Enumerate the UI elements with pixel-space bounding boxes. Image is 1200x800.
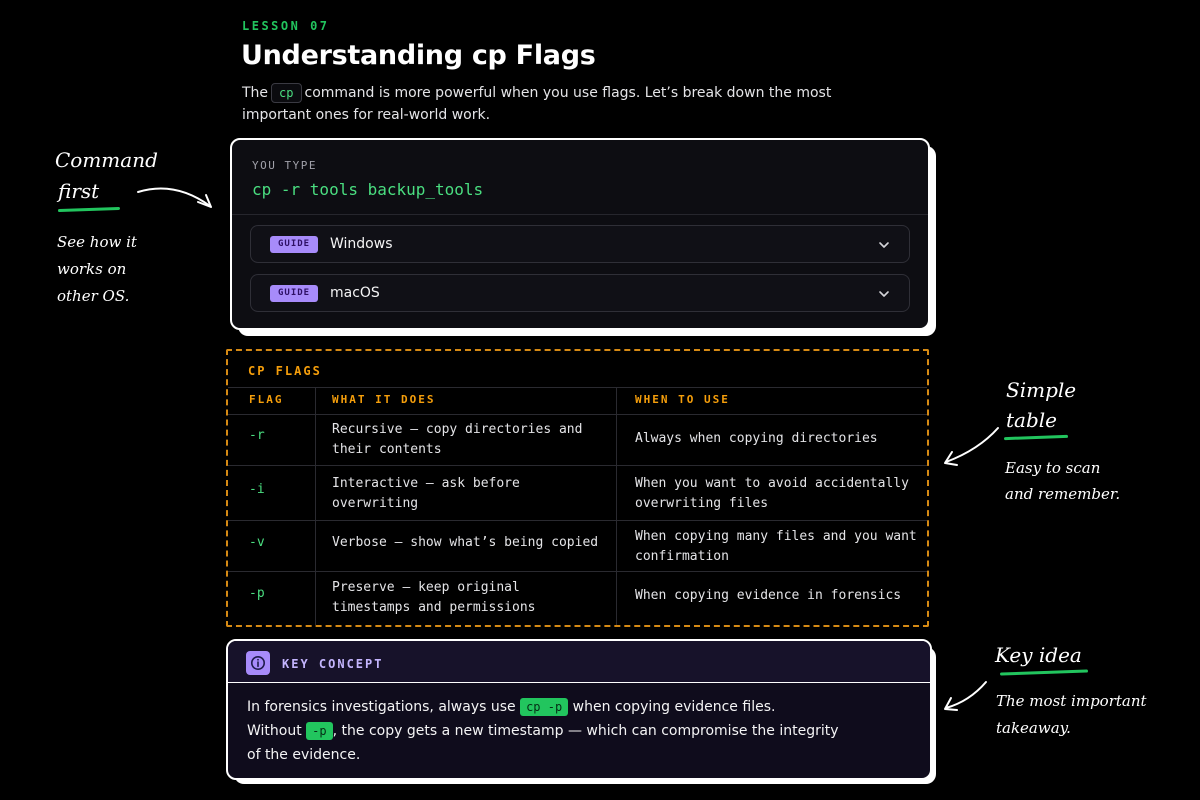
annotation-simple: Simple — [1006, 378, 1077, 402]
when-cell: When copying evidence in forensics — [635, 588, 902, 603]
chevron-down-icon — [879, 242, 889, 248]
annotation-see-how: See how it — [57, 233, 137, 251]
annotation-most-important: The most important — [996, 692, 1147, 710]
page-title: Understanding cp Flags — [241, 40, 596, 71]
terminal-command: cp -r tools backup_tools — [252, 180, 484, 199]
what-cell: Preserve — keep original timestamps and … — [332, 580, 536, 615]
table-line — [228, 387, 927, 388]
key-concept-card: KEY CONCEPT In forensics investigations,… — [226, 639, 932, 780]
guide-accordion-macos[interactable]: GUIDE macOS — [250, 274, 910, 312]
key-concept-header: KEY CONCEPT — [228, 641, 930, 683]
arrow-left-icon — [944, 681, 987, 711]
lesson-tag: LESSON 07 — [242, 19, 330, 33]
intro-before: The — [242, 85, 269, 101]
arrow-right-icon — [137, 187, 212, 208]
key-text: , the copy gets a new timestamp — which … — [247, 723, 839, 763]
cp-p-code-chip: cp -p — [520, 698, 569, 716]
annotation-underline — [57, 206, 121, 213]
flag-cell: -r — [249, 428, 265, 443]
p-code-chip: -p — [306, 722, 333, 740]
key-concept-title: KEY CONCEPT — [282, 657, 384, 671]
chevron-down-icon — [879, 291, 889, 297]
you-type-label: YOU TYPE — [252, 159, 317, 172]
key-text: Without — [247, 723, 302, 739]
flag-cell: -v — [249, 535, 265, 550]
guide-badge: GUIDE — [270, 236, 319, 253]
key-text: In forensics investigations, always use — [247, 699, 516, 715]
guide-label-macos: macOS — [330, 285, 380, 301]
column-header-what: WHAT IT DOES — [332, 393, 436, 406]
when-cell: Always when copying directories — [635, 431, 878, 446]
info-icon — [246, 651, 270, 675]
annotation-command: Command — [55, 148, 158, 172]
when-cell: When copying many files and you want con… — [635, 529, 917, 564]
cp-code-chip: cp — [271, 83, 302, 103]
intro-text: The cp command is more powerful when you u… — [242, 82, 862, 126]
table-line — [228, 414, 927, 415]
annotation-remember: and remember. — [1005, 485, 1121, 503]
arrow-left-icon — [944, 427, 999, 466]
annotation-other-os: other OS. — [57, 287, 130, 305]
flag-cell: -p — [249, 586, 265, 601]
column-header-flag: FLAG — [249, 393, 284, 406]
annotation-key-idea: Key idea — [995, 643, 1082, 667]
when-cell: When you want to avoid accidentally over… — [635, 476, 909, 511]
cp-flags-table: CP FLAGS FLAG WHAT IT DOES WHEN TO USE -… — [226, 349, 929, 627]
annotation-table: table — [1006, 408, 1057, 432]
annotation-underline — [999, 669, 1089, 676]
terminal-divider — [232, 214, 928, 215]
annotation-easy-scan: Easy to scan — [1005, 459, 1101, 477]
key-text: when copying evidence files. — [572, 699, 776, 715]
annotation-works-on: works on — [57, 260, 127, 278]
annotation-takeaway: takeaway. — [996, 719, 1071, 737]
annotation-underline — [1003, 434, 1069, 441]
flags-table-title: CP FLAGS — [248, 364, 322, 378]
intro-after: command is more powerful when you use fl… — [242, 85, 832, 123]
annotation-first: first — [58, 179, 100, 203]
table-line — [228, 520, 927, 521]
column-header-when: WHEN TO USE — [635, 393, 730, 406]
table-line — [228, 465, 927, 466]
flag-cell: -i — [249, 482, 265, 497]
what-cell: Verbose — show what’s being copied — [332, 535, 599, 550]
terminal-card: YOU TYPE cp -r tools backup_tools GUIDE … — [230, 138, 930, 330]
guide-accordion-windows[interactable]: GUIDE Windows — [250, 225, 910, 263]
what-cell: Recursive — copy directories and their c… — [332, 422, 583, 457]
guide-badge: GUIDE — [270, 285, 319, 302]
what-cell: Interactive — ask before overwriting — [332, 476, 520, 511]
table-line — [228, 571, 927, 572]
table-column-divider — [616, 387, 617, 625]
table-column-divider — [315, 387, 316, 625]
key-concept-body: In forensics investigations, always use … — [247, 695, 847, 767]
guide-label-windows: Windows — [330, 236, 393, 252]
